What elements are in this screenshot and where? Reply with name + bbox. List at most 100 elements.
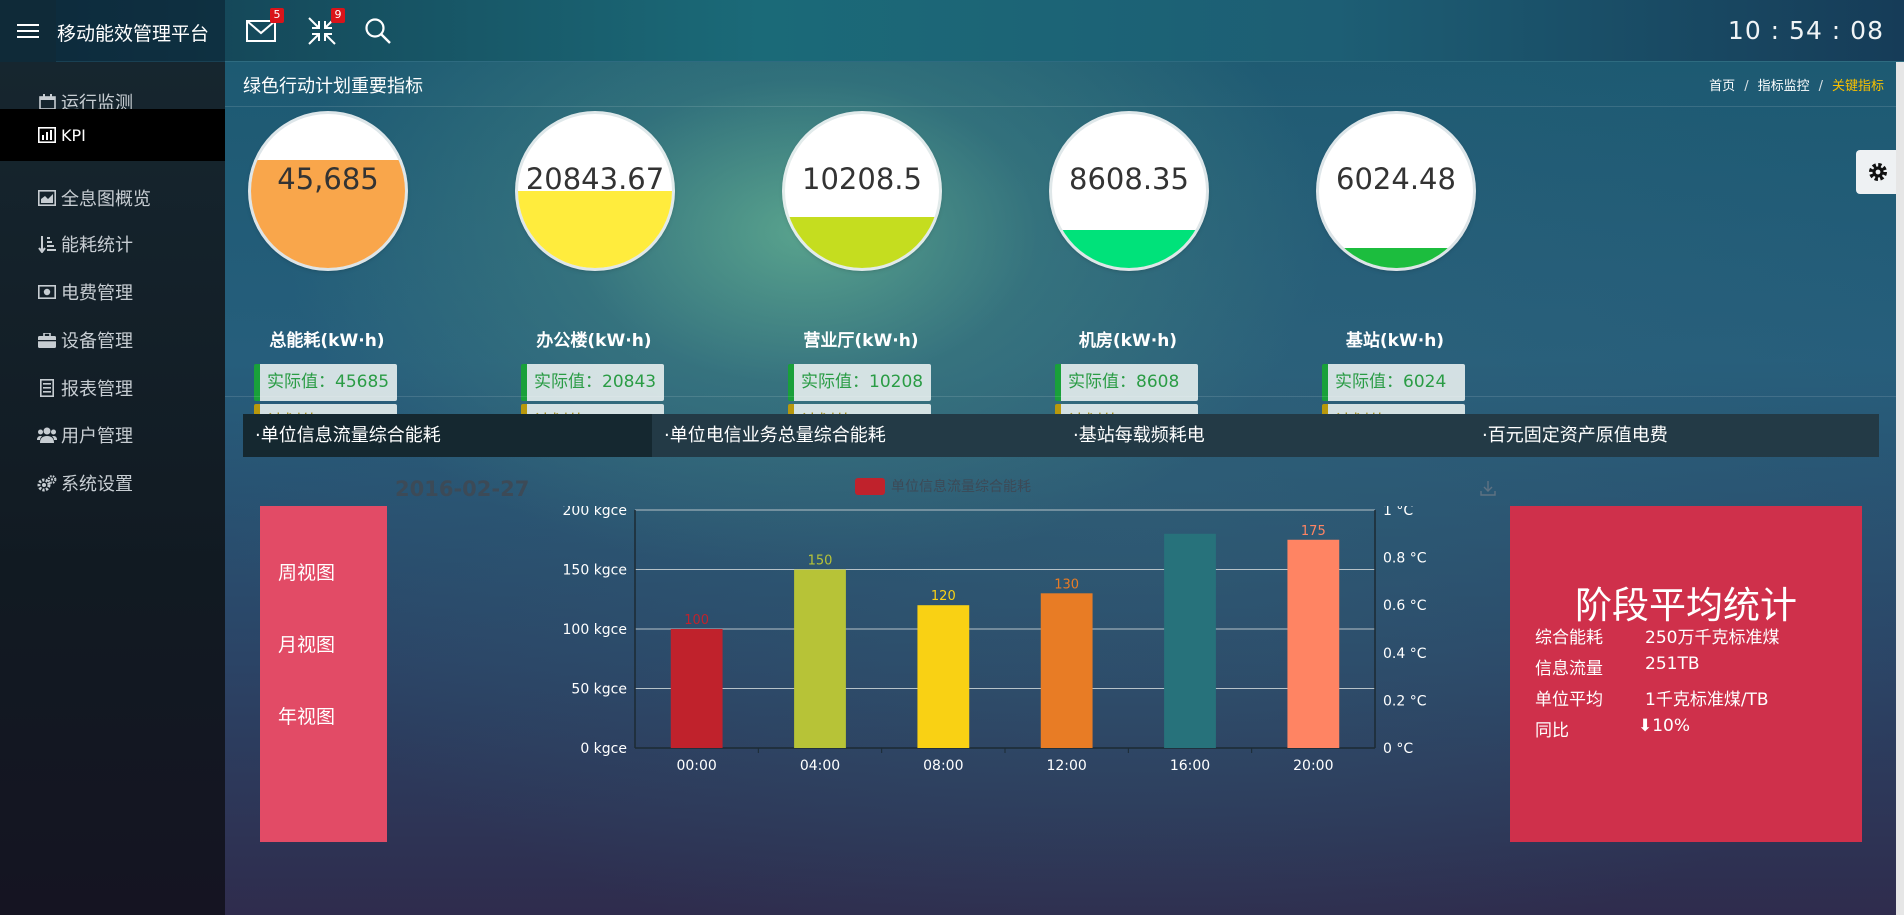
data-label: 175 [1301, 524, 1326, 539]
breadcrumb-indicator-monitor-link[interactable]: 指标监控 [1758, 79, 1810, 94]
y-tick-label: 200 kgce [563, 506, 627, 519]
money-icon [37, 283, 57, 301]
sidebar-item-label: KPI [61, 125, 86, 145]
breadcrumb: 首页 / 指标监控 / 关键指标 [1709, 75, 1884, 94]
sidebar-item-overview[interactable]: 全息图概览 [0, 172, 225, 224]
kpi-card-office: 20843.67 办公楼(kW·h) [494, 114, 694, 374]
tab-fixed-asset-fee[interactable]: ·百元固定资产原值电费 [1470, 414, 1879, 457]
gauge-fill [1052, 229, 1206, 268]
sidebar: 运行监测 KPI 全息图概览 能耗统计 电费管理 设备管理 报表管理 用户管理 … [0, 62, 225, 915]
kpi-label: 机房(kW·h) [1078, 331, 1178, 351]
sidebar-item-label: 全息图概览 [61, 189, 151, 210]
data-label: 130 [1054, 577, 1079, 592]
sidebar-item-kpi[interactable]: KPI [0, 109, 225, 161]
week-view-button[interactable]: 周视图 [278, 558, 335, 585]
kpi-label: 办公楼(kW·h) [536, 331, 652, 351]
kpi-gauge: 20843.67 [518, 114, 672, 268]
download-icon [1480, 481, 1496, 496]
menu-toggle-button[interactable] [0, 0, 56, 62]
chart-bar [917, 605, 970, 748]
stat-label: 综合能耗 [1535, 628, 1603, 648]
y2-tick-label: 0.2 °C [1383, 693, 1427, 709]
kpi-gauge: 8608.35 [1052, 114, 1206, 268]
y2-tick-label: 0.6 °C [1383, 598, 1427, 614]
kpi-card-business-hall: 10208.5 营业厅(kW·h) [761, 114, 961, 374]
chart-bar [1040, 593, 1093, 748]
breadcrumb-separator: / [1818, 79, 1823, 94]
kpi-gauge: 6024.48 [1319, 114, 1473, 268]
app-title: 移动能效管理平台 [57, 23, 210, 45]
settings-button[interactable] [1856, 150, 1900, 194]
tab-unit-info-traffic[interactable]: ·单位信息流量综合能耗 [243, 414, 652, 457]
chart-legend[interactable]: 单位信息流量综合能耗 [855, 476, 1031, 496]
chart-bar [670, 629, 723, 748]
y-tick-label: 50 kgce [571, 682, 627, 698]
chart-bar [1164, 533, 1216, 748]
year-view-button[interactable]: 年视图 [278, 702, 335, 729]
sidebar-item-user-management[interactable]: 用户管理 [0, 409, 225, 461]
tab-unit-telecom-business[interactable]: ·单位电信业务总量综合能耗 [652, 414, 1061, 457]
stat-label: 信息流量 [1535, 659, 1603, 679]
sidebar-item-label: 设备管理 [61, 331, 133, 352]
breadcrumb-home-link[interactable]: 首页 [1709, 79, 1735, 94]
top-bar: 移动能效管理平台 5 9 10 : 54 : 08 [0, 0, 1904, 62]
stat-value: ⬇10% [1638, 716, 1691, 736]
y-tick-label: 0 kgce [580, 741, 627, 757]
alerts-button[interactable]: 9 [305, 8, 345, 48]
legend-swatch [855, 477, 885, 495]
gear-icon [1869, 163, 1887, 181]
file-icon [37, 379, 57, 397]
y2-tick-label: 0.8 °C [1383, 551, 1427, 567]
x-tick-label: 04:00 [800, 758, 840, 774]
gauge-fill [1319, 247, 1473, 268]
x-tick-label: 00:00 [676, 758, 716, 774]
x-tick-label: 12:00 [1046, 758, 1086, 774]
y2-tick-label: 1 °C [1383, 506, 1413, 519]
stat-row: 综合能耗 250万千克标准煤 [1535, 623, 1779, 648]
sidebar-item-report-management[interactable]: 报表管理 [0, 362, 225, 414]
x-tick-label: 08:00 [923, 758, 963, 774]
mail-button[interactable]: 5 [244, 8, 284, 48]
page-title: 绿色行动计划重要指标 [243, 76, 423, 97]
gauge-fill [518, 191, 672, 268]
briefcase-icon [37, 331, 57, 349]
sort-amount-icon [37, 235, 57, 253]
bar-chart-icon [37, 126, 57, 144]
kpi-card-total: 45,685 总能耗(kW·h) [227, 114, 427, 374]
kpi-label: 营业厅(kW·h) [803, 331, 919, 351]
x-tick-label: 16:00 [1170, 758, 1210, 774]
view-selector-panel: 周视图 月视图 年视图 [260, 506, 387, 842]
stat-row: 单位平均 1千克标准煤/TB [1535, 685, 1769, 710]
chart-bar [794, 569, 846, 748]
sidebar-item-label: 系统设置 [61, 474, 133, 495]
download-button[interactable] [1480, 480, 1496, 500]
kpi-label: 总能耗(kW·h) [269, 331, 385, 351]
kpi-gauge: 45,685 [251, 114, 405, 268]
sidebar-item-label: 能耗统计 [61, 235, 133, 256]
main-content: 绿色行动计划重要指标 首页 / 指标监控 / 关键指标 45,685 总能耗(kW·h)… [225, 62, 1904, 915]
scrollbar[interactable] [1896, 62, 1904, 915]
y-tick-label: 150 kgce [563, 563, 627, 579]
chart-bar [1287, 539, 1340, 748]
mail-count-badge: 5 [270, 8, 284, 23]
clock: 10 : 54 : 08 [1727, 16, 1884, 45]
breadcrumb-current: 关键指标 [1831, 79, 1884, 94]
sidebar-item-electricity-fee[interactable]: 电费管理 [0, 266, 225, 318]
sidebar-item-label: 电费管理 [61, 283, 133, 304]
data-label: 150 [808, 554, 833, 569]
month-view-button[interactable]: 月视图 [278, 630, 335, 657]
stats-panel: 阶段平均统计 综合能耗 250万千克标准煤 信息流量 251TB 单位平均 1千克标准… [1510, 506, 1862, 842]
section-divider [225, 396, 1904, 397]
kpi-gauge-value: 20843.67 [525, 162, 665, 196]
stat-value: 250万千克标准煤 [1645, 628, 1780, 648]
legend-label: 单位信息流量综合能耗 [891, 479, 1031, 495]
search-button[interactable] [361, 14, 395, 48]
y2-tick-label: 0 °C [1383, 741, 1413, 757]
sidebar-item-energy-stats[interactable]: 能耗统计 [0, 218, 225, 270]
x-tick-label: 20:00 [1293, 758, 1333, 774]
sidebar-item-device-management[interactable]: 设备管理 [0, 314, 225, 366]
cogs-icon [37, 474, 57, 492]
sidebar-item-system-settings[interactable]: 系统设置 [0, 457, 225, 509]
tab-base-station-carrier[interactable]: ·基站每载频耗电 [1061, 414, 1470, 457]
stat-row: 信息流量 251TB [1535, 654, 1700, 679]
